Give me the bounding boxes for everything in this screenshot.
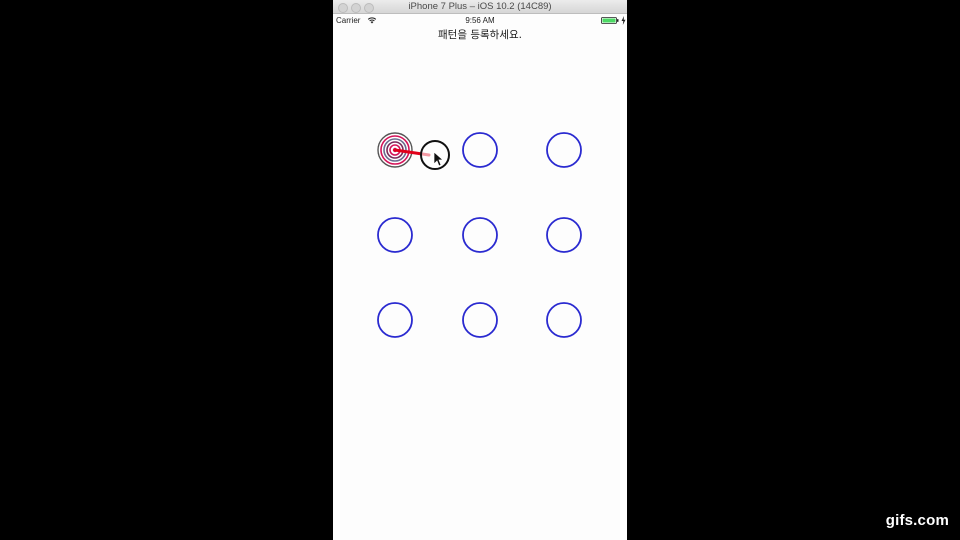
pattern-node-9[interactable] xyxy=(546,302,582,338)
pattern-node-3[interactable] xyxy=(546,132,582,168)
pattern-node-4[interactable] xyxy=(377,217,413,253)
pattern-lock-grid[interactable] xyxy=(333,0,627,540)
pattern-node-8[interactable] xyxy=(462,302,498,338)
pattern-node-7[interactable] xyxy=(377,302,413,338)
pattern-node-6[interactable] xyxy=(546,217,582,253)
simulator-window: iPhone 7 Plus – iOS 10.2 (14C89) Carrier… xyxy=(333,0,627,540)
gifs-watermark: gifs.com xyxy=(885,512,949,529)
pattern-node-2[interactable] xyxy=(462,132,498,168)
pattern-node-5[interactable] xyxy=(462,217,498,253)
screen-recording-stage: iPhone 7 Plus – iOS 10.2 (14C89) Carrier… xyxy=(0,0,960,540)
